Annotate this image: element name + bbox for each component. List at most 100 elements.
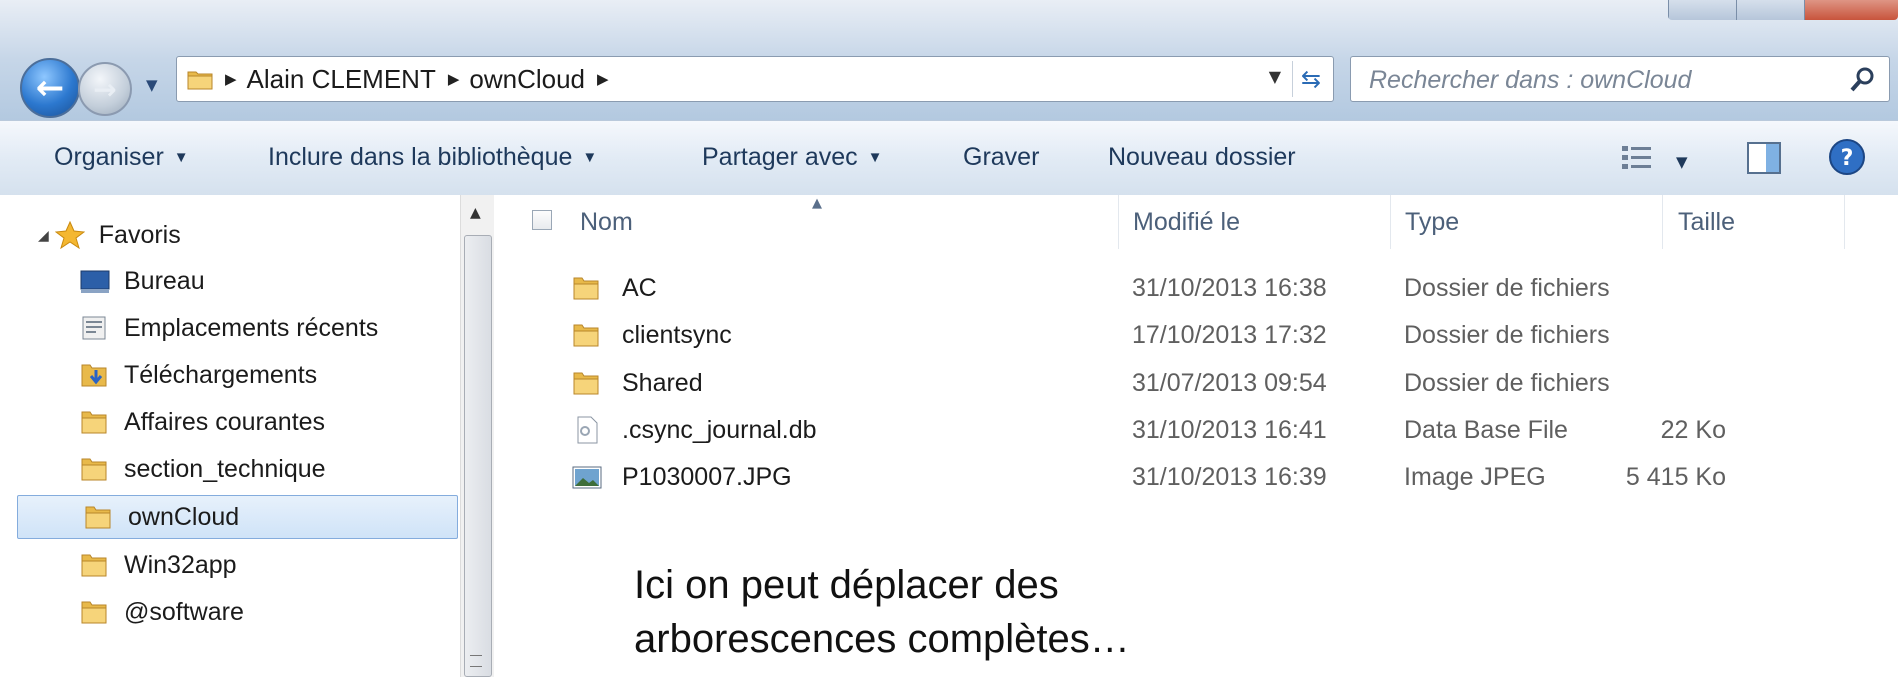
expand-triangle-icon[interactable]: ◢ <box>38 227 49 244</box>
table-row[interactable]: AC 31/10/2013 16:38 Dossier de fichiers <box>572 266 1872 310</box>
table-row[interactable]: .csync_journal.db 31/10/2013 16:41 Data … <box>572 408 1872 452</box>
search-icon[interactable] <box>1849 65 1877 93</box>
chevron-down-icon: ▼ <box>173 149 189 166</box>
breadcrumb-chevron-icon[interactable]: ▶ <box>225 70 237 88</box>
burn-button[interactable]: Graver <box>963 143 1039 172</box>
breadcrumb-item[interactable]: Alain CLEMENT <box>247 64 436 95</box>
caption-line: arborescences complètes… <box>634 617 1130 661</box>
column-header-modified[interactable]: Modifié le <box>1133 208 1240 237</box>
sidebar-item-bureau[interactable]: Bureau <box>0 259 458 303</box>
share-label: Partager avec <box>702 143 858 171</box>
sidebar-item-favorites[interactable]: ◢ Favoris <box>0 213 458 257</box>
search-box[interactable]: Rechercher dans : ownCloud <box>1350 56 1890 102</box>
file-modified: 31/07/2013 09:54 <box>1132 369 1327 397</box>
back-arrow-icon: ← <box>35 68 65 108</box>
column-header-size[interactable]: Taille <box>1678 208 1735 237</box>
file-name: AC <box>622 274 657 302</box>
history-dropdown-icon[interactable]: ▼ <box>146 76 158 94</box>
view-options-icon[interactable] <box>1620 143 1656 173</box>
breadcrumb-chevron-icon[interactable]: ▶ <box>597 70 609 88</box>
folder-icon <box>573 372 599 395</box>
organise-button[interactable]: Organiser ▼ <box>54 143 189 172</box>
maximize-button[interactable] <box>1735 0 1804 20</box>
sidebar-item-recent-places[interactable]: Emplacements récents <box>0 306 458 350</box>
include-in-library-button[interactable]: Inclure dans la bibliothèque ▼ <box>268 143 597 172</box>
breadcrumb-chevron-icon[interactable]: ▶ <box>448 70 460 88</box>
desktop-icon <box>80 270 110 293</box>
file-name: P1030007.JPG <box>622 463 792 491</box>
preview-pane-icon[interactable] <box>1746 141 1782 175</box>
organise-label: Organiser <box>54 143 164 171</box>
navigation-pane: ◢ Favoris Bureau Emplacements récents Té… <box>0 195 500 677</box>
caption-line: Ici on peut déplacer des <box>634 563 1059 607</box>
chevron-down-icon: ▼ <box>582 149 598 166</box>
sidebar-item-label: section_technique <box>124 454 326 483</box>
svg-text:?: ? <box>1841 146 1854 171</box>
annotation-caption: Ici on peut déplacer des arborescences c… <box>634 558 1130 666</box>
file-name: Shared <box>622 369 703 397</box>
chevron-down-icon: ▼ <box>867 149 883 166</box>
refresh-icon[interactable]: ⇆ <box>1292 61 1329 97</box>
window-controls <box>1668 0 1898 20</box>
minimize-button[interactable] <box>1668 0 1736 20</box>
table-row[interactable]: Shared 31/07/2013 09:54 Dossier de fichi… <box>572 361 1872 405</box>
title-bar: ← → ▼ ▶ Alain CLEMENT ▶ ownCloud ▶ ▼ ⇆ R… <box>0 0 1898 120</box>
sidebar-item-label: Favoris <box>98 220 181 249</box>
search-input[interactable]: Rechercher dans : ownCloud <box>1369 66 1691 95</box>
view-dropdown-icon[interactable]: ▼ <box>1676 153 1688 171</box>
address-dropdown-icon[interactable]: ▼ <box>1269 67 1281 86</box>
file-type: Dossier de fichiers <box>1404 321 1610 349</box>
sidebar-item-affaires-courantes[interactable]: Affaires courantes <box>0 400 458 444</box>
table-row[interactable]: clientsync 17/10/2013 17:32 Dossier de f… <box>572 313 1872 357</box>
file-size: 22 Ko <box>1660 416 1726 444</box>
sidebar-item-label: Affaires courantes <box>124 407 326 436</box>
file-modified: 31/10/2013 16:39 <box>1132 463 1327 491</box>
column-header-type[interactable]: Type <box>1405 208 1459 237</box>
folder-icon <box>573 324 599 347</box>
address-bar[interactable]: ▶ Alain CLEMENT ▶ ownCloud ▶ ▼ ⇆ <box>176 56 1334 102</box>
sidebar-item-owncloud[interactable]: ownCloud <box>17 495 458 539</box>
folder-icon <box>81 601 107 624</box>
sidebar-item-win32app[interactable]: Win32app <box>0 543 458 587</box>
sidebar-item-software[interactable]: @software <box>0 590 458 634</box>
table-row[interactable]: P1030007.JPG 31/10/2013 16:39 Image JPEG… <box>572 455 1872 499</box>
close-button[interactable] <box>1803 0 1898 20</box>
pane-splitter[interactable] <box>494 195 502 677</box>
folder-icon <box>187 71 213 90</box>
new-folder-button[interactable]: Nouveau dossier <box>1108 143 1296 172</box>
navigation-scrollbar[interactable]: ▲ <box>460 195 495 677</box>
scrollbar-thumb[interactable] <box>464 235 492 677</box>
grip-icon <box>470 655 482 667</box>
sidebar-item-label: Bureau <box>124 266 205 295</box>
sidebar-item-label: Win32app <box>124 550 237 579</box>
sidebar-item-section-technique[interactable]: section_technique <box>0 447 458 491</box>
file-name: clientsync <box>622 321 732 349</box>
sidebar-item-label: Emplacements récents <box>124 313 379 342</box>
scroll-up-icon[interactable]: ▲ <box>470 205 481 221</box>
sidebar-item-downloads[interactable]: Téléchargements <box>0 353 458 397</box>
folder-icon <box>81 411 107 434</box>
sidebar-item-label: @software <box>124 597 244 626</box>
image-icon <box>572 466 602 489</box>
breadcrumb-item[interactable]: ownCloud <box>469 64 585 95</box>
share-with-button[interactable]: Partager avec ▼ <box>702 143 883 172</box>
command-bar: Organiser ▼ Inclure dans la bibliothèque ▼… <box>0 120 1898 196</box>
file-name: .csync_journal.db <box>622 416 817 444</box>
downloads-folder-icon <box>81 364 107 387</box>
file-modified: 31/10/2013 16:38 <box>1132 274 1327 302</box>
folder-icon <box>81 554 107 577</box>
recent-places-icon <box>82 316 106 340</box>
back-button[interactable]: ← <box>20 58 80 118</box>
file-type: Dossier de fichiers <box>1404 274 1610 302</box>
sidebar-item-label: Téléchargements <box>124 360 318 389</box>
sidebar-item-label: ownCloud <box>128 502 240 531</box>
file-type: Image JPEG <box>1404 463 1546 491</box>
help-icon[interactable]: ? <box>1828 138 1866 176</box>
column-header-name[interactable]: Nom <box>580 208 633 237</box>
file-modified: 31/10/2013 16:41 <box>1132 416 1327 444</box>
file-modified: 17/10/2013 17:32 <box>1132 321 1327 349</box>
forward-button[interactable]: → <box>78 62 132 116</box>
file-icon <box>577 416 598 444</box>
select-all-checkbox[interactable] <box>532 210 552 230</box>
forward-arrow-icon: → <box>93 72 117 106</box>
